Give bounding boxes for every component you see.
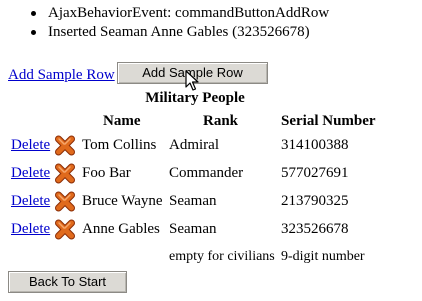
column-header-serial: Serial Number bbox=[281, 113, 376, 129]
table-row: Delete Anne Gables Seaman 323526678 bbox=[0, 218, 422, 240]
message-item: Inserted Seaman Anne Gables (323526678) bbox=[30, 23, 329, 42]
delete-link[interactable]: Delete bbox=[11, 164, 50, 182]
column-header-rank: Rank bbox=[203, 113, 239, 129]
delete-link[interactable]: Delete bbox=[11, 192, 50, 210]
x-icon[interactable] bbox=[54, 219, 76, 240]
delete-link[interactable]: Delete bbox=[11, 220, 50, 238]
x-icon[interactable] bbox=[54, 191, 76, 212]
x-icon[interactable] bbox=[54, 163, 76, 184]
column-header-name: Name bbox=[103, 113, 141, 129]
add-sample-row-link[interactable]: Add Sample Row bbox=[8, 66, 115, 84]
delete-link[interactable]: Delete bbox=[11, 136, 50, 154]
person-rank: Admiral bbox=[169, 137, 219, 153]
person-rank: Seaman bbox=[169, 193, 217, 209]
message-item: AjaxBehaviorEvent: commandButtonAddRow bbox=[30, 4, 329, 23]
messages-list: AjaxBehaviorEvent: commandButtonAddRow I… bbox=[30, 4, 329, 42]
person-name: Bruce Wayne bbox=[82, 193, 163, 209]
person-serial: 314100388 bbox=[281, 137, 349, 153]
x-icon[interactable] bbox=[54, 135, 76, 156]
rank-footer-hint: empty for civilians bbox=[169, 249, 275, 264]
person-serial: 213790325 bbox=[281, 193, 349, 209]
person-name: Tom Collins bbox=[82, 137, 157, 153]
person-serial: 577027691 bbox=[281, 165, 349, 181]
person-rank: Seaman bbox=[169, 221, 217, 237]
serial-footer-hint: 9-digit number bbox=[281, 249, 365, 264]
back-to-start-button[interactable]: Back To Start bbox=[8, 271, 127, 293]
table-row: Delete Bruce Wayne Seaman 213790325 bbox=[0, 190, 422, 212]
table-caption: Military People bbox=[145, 90, 245, 106]
person-serial: 323526678 bbox=[281, 221, 349, 237]
person-name: Anne Gables bbox=[82, 221, 160, 237]
person-rank: Commander bbox=[169, 165, 244, 181]
table-row: Delete Foo Bar Commander 577027691 bbox=[0, 162, 422, 184]
table-row: Delete Tom Collins Admiral 314100388 bbox=[0, 134, 422, 156]
person-name: Foo Bar bbox=[82, 165, 131, 181]
